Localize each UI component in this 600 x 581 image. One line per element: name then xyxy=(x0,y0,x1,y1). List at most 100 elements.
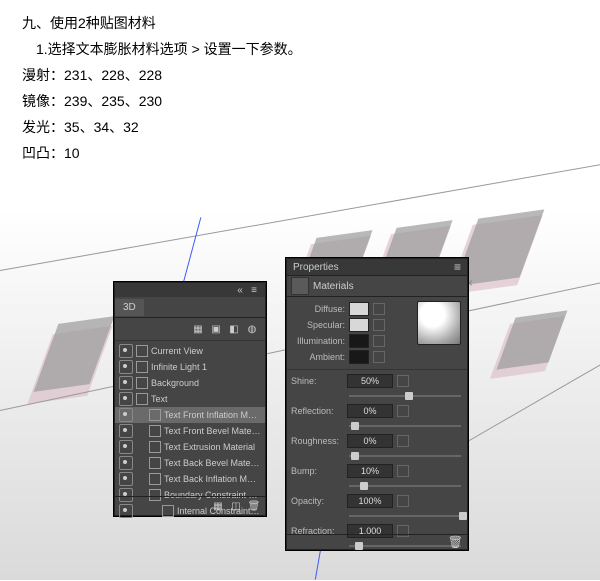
tree-item[interactable]: Current View xyxy=(115,343,265,359)
visibility-toggle[interactable] xyxy=(119,472,133,486)
item-type-icon xyxy=(136,393,148,405)
visibility-toggle[interactable] xyxy=(119,424,133,438)
tree-item[interactable]: Text Extrusion Material xyxy=(115,439,265,455)
panel-title-label: Properties xyxy=(293,262,339,273)
slider-label: Bump: xyxy=(291,466,343,476)
tree-item[interactable]: Infinite Light 1 xyxy=(115,359,265,375)
slider-track-row xyxy=(287,482,467,490)
visibility-toggle[interactable] xyxy=(119,456,133,470)
item-type-icon xyxy=(149,409,161,421)
slider-value-input[interactable]: 50% xyxy=(347,374,393,388)
color-swatch[interactable] xyxy=(349,334,369,348)
folder-icon[interactable] xyxy=(397,465,409,477)
material-tab-icon[interactable] xyxy=(291,277,309,295)
close-icon[interactable]: × xyxy=(466,276,480,290)
panel-title: Properties ≡ xyxy=(287,259,467,276)
slider-track[interactable] xyxy=(349,485,461,487)
menu-icon[interactable]: ≡ xyxy=(247,283,261,297)
slider-track[interactable] xyxy=(349,515,461,517)
slider-row: Shine: 50% xyxy=(287,370,467,392)
slider-track[interactable] xyxy=(349,455,461,457)
tree-item[interactable]: Text Front Inflation Material xyxy=(115,407,265,423)
new-icon[interactable]: ◫ xyxy=(229,499,243,513)
slider-thumb[interactable] xyxy=(360,482,368,490)
folder-icon[interactable] xyxy=(373,351,385,363)
trash-icon[interactable]: 🗑 xyxy=(448,536,463,548)
slider-value-input[interactable]: 0% xyxy=(347,404,393,418)
item-type-icon xyxy=(149,441,161,453)
slider-thumb[interactable] xyxy=(405,392,413,400)
light-icon[interactable]: ◍ xyxy=(245,322,259,336)
param-line: 镜像：239、235、230 xyxy=(22,88,578,114)
color-swatch[interactable] xyxy=(349,318,369,332)
slider-track-row xyxy=(287,392,467,400)
swatch-row: Ambient: xyxy=(293,349,461,365)
item-label: Text Extrusion Material xyxy=(164,442,261,452)
slider-track[interactable] xyxy=(349,425,461,427)
slider-thumb[interactable] xyxy=(351,452,359,460)
folder-icon[interactable] xyxy=(397,435,409,447)
visibility-toggle[interactable] xyxy=(119,440,133,454)
swatch-label: Specular: xyxy=(293,320,345,330)
item-type-icon xyxy=(136,377,148,389)
color-swatch[interactable] xyxy=(349,302,369,316)
panel-3d: « ≡ 3D ▦ ▣ ◧ ◍ Current View Infinite Ligh… xyxy=(114,282,266,516)
param-line: 漫射：231、228、228 xyxy=(22,62,578,88)
visibility-toggle[interactable] xyxy=(119,360,133,374)
material-preview-sphere[interactable] xyxy=(417,301,461,345)
slider-thumb[interactable] xyxy=(351,422,359,430)
slider-row: Reflection:0% xyxy=(287,400,467,422)
filter-icon[interactable]: ▦ xyxy=(191,322,205,336)
folder-icon[interactable] xyxy=(373,335,385,347)
tree-item[interactable]: Background xyxy=(115,375,265,391)
slider-value-input[interactable]: 10% xyxy=(347,464,393,478)
tree-item[interactable]: Text xyxy=(115,391,265,407)
swatch-label: Diffuse: xyxy=(293,304,345,314)
material-icon[interactable]: ◧ xyxy=(227,322,241,336)
item-type-icon xyxy=(149,473,161,485)
tree-item[interactable]: Text Back Inflation Material xyxy=(115,471,265,487)
folder-icon[interactable] xyxy=(397,405,409,417)
item-type-icon xyxy=(136,345,148,357)
collapse-arrows-icon[interactable]: « xyxy=(233,283,247,297)
item-label: Text xyxy=(151,394,261,404)
mesh-icon[interactable]: ▣ xyxy=(209,322,223,336)
scene-tree: Current View Infinite Light 1 Background Te… xyxy=(115,341,265,521)
visibility-toggle[interactable] xyxy=(119,392,133,406)
slider-row: Opacity:100% xyxy=(287,490,467,512)
tree-item[interactable]: Text Back Bevel Material xyxy=(115,455,265,471)
slider-row: Roughness: 0% xyxy=(287,430,467,452)
tab-3d[interactable]: 3D xyxy=(115,299,144,316)
step: 1.选择文本膨胀材料选项 > 设置一下参数。 xyxy=(22,36,578,62)
slider-value-input[interactable]: 100% xyxy=(347,494,393,508)
folder-icon[interactable] xyxy=(373,319,385,331)
slider-thumb[interactable] xyxy=(459,512,467,520)
panel-header: « ≡ xyxy=(115,283,265,297)
param-line: 发光：35、34、32 xyxy=(22,114,578,140)
visibility-toggle[interactable] xyxy=(119,344,133,358)
slider-label: Roughness: xyxy=(291,436,343,446)
item-label: Current View xyxy=(151,346,261,356)
folder-icon[interactable] xyxy=(397,375,409,387)
panel-footer: 🗑 xyxy=(287,534,467,549)
tree-item[interactable]: Text Front Bevel Material xyxy=(115,423,265,439)
visibility-toggle[interactable] xyxy=(119,408,133,422)
slider-track-row xyxy=(287,452,467,460)
folder-icon[interactable] xyxy=(373,303,385,315)
slider-label: Shine: xyxy=(291,376,343,386)
render-icon[interactable]: ▦ xyxy=(211,499,225,513)
slider-track[interactable] xyxy=(349,395,461,397)
trash-icon[interactable]: 🗑 xyxy=(247,499,261,513)
item-label: Text Back Bevel Material xyxy=(164,458,261,468)
menu-icon[interactable]: ≡ xyxy=(454,261,461,273)
slider-value-input[interactable]: 0% xyxy=(347,434,393,448)
panel-footer: ▦ ◫ 🗑 xyxy=(115,496,265,515)
material-tab-label: Materials xyxy=(313,281,354,292)
folder-icon[interactable] xyxy=(397,495,409,507)
item-label: Background xyxy=(151,378,261,388)
title: 九、使用2种贴图材料 xyxy=(22,10,578,36)
item-label: Infinite Light 1 xyxy=(151,362,261,372)
visibility-toggle[interactable] xyxy=(119,376,133,390)
color-swatch[interactable] xyxy=(349,350,369,364)
slider-row: Bump: 10% xyxy=(287,460,467,482)
